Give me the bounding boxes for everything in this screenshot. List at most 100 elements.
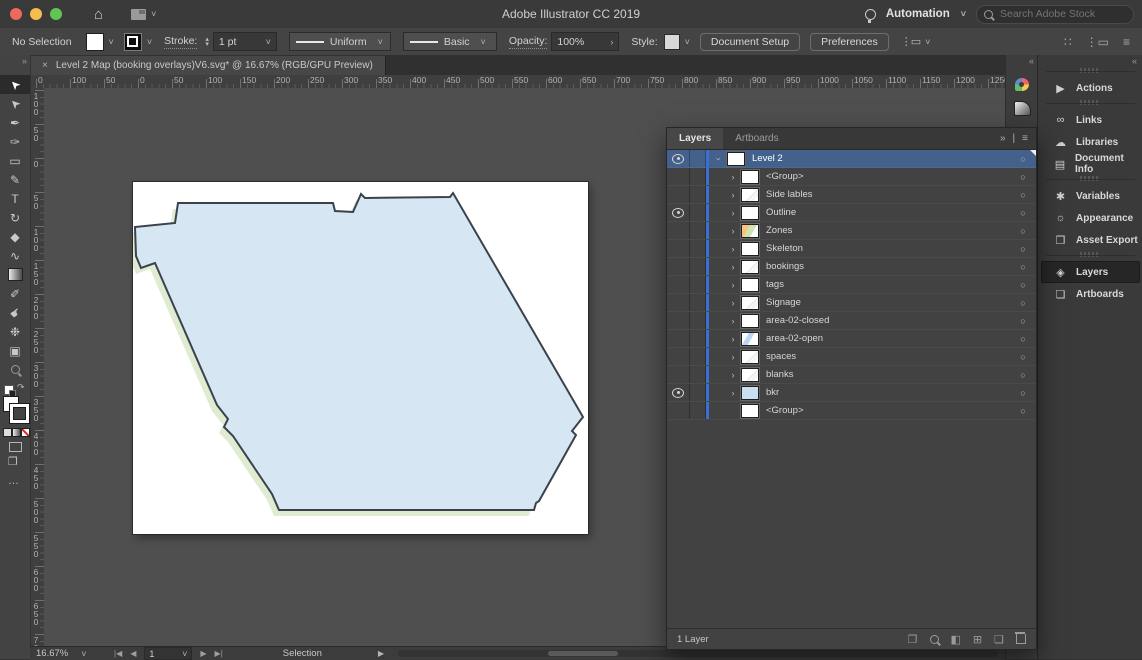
eraser-tool[interactable]: ◆ bbox=[0, 227, 30, 246]
visibility-toggle[interactable] bbox=[667, 294, 690, 311]
dock-divider[interactable] bbox=[1038, 99, 1142, 109]
graphic-style-swatch[interactable] bbox=[663, 33, 680, 50]
direct-selection-tool[interactable]: ➤ bbox=[0, 94, 30, 113]
layer-row[interactable]: › blanks ○ bbox=[667, 366, 1036, 384]
tab-layers[interactable]: Layers bbox=[667, 128, 724, 149]
expand-chevron-icon[interactable]: › bbox=[725, 226, 741, 236]
dock-divider[interactable] bbox=[1038, 251, 1142, 261]
expand-chevron-icon[interactable]: › bbox=[725, 208, 741, 218]
dock-item-document-info[interactable]: ▤ Document Info bbox=[1041, 153, 1140, 175]
expand-chevron-icon[interactable]: › bbox=[725, 172, 741, 182]
panel-menu-icon[interactable]: ≡ bbox=[1022, 133, 1028, 144]
visibility-toggle[interactable] bbox=[667, 168, 690, 185]
layer-name[interactable]: <Group> bbox=[766, 405, 804, 416]
visibility-toggle[interactable] bbox=[667, 312, 690, 329]
close-window-button[interactable] bbox=[10, 8, 22, 20]
draw-mode-icon[interactable] bbox=[9, 442, 22, 452]
artboard-number-dropdown[interactable]: 1 ˅ bbox=[144, 647, 193, 660]
target-circle-icon[interactable]: ○ bbox=[1010, 388, 1036, 398]
layer-name[interactable]: spaces bbox=[766, 351, 796, 362]
visibility-toggle[interactable] bbox=[667, 402, 690, 419]
layer-name[interactable]: Level 2 bbox=[752, 153, 783, 164]
brush-definition-dropdown[interactable]: Basic ˅ bbox=[402, 32, 497, 51]
chevron-down-icon[interactable]: ˅ bbox=[685, 37, 690, 47]
dock-item-links[interactable]: ∞ Links bbox=[1041, 109, 1140, 131]
target-circle-icon[interactable]: ○ bbox=[1010, 334, 1036, 344]
visibility-toggle[interactable] bbox=[667, 204, 690, 221]
dock-item-actions[interactable]: ▶ Actions bbox=[1041, 77, 1140, 99]
none-button[interactable] bbox=[21, 428, 30, 437]
visibility-toggle[interactable] bbox=[667, 240, 690, 257]
gradient-panel-button[interactable] bbox=[1010, 97, 1034, 119]
lock-toggle[interactable] bbox=[690, 204, 706, 221]
target-circle-icon[interactable]: ○ bbox=[1010, 316, 1036, 326]
artboard-tool[interactable]: ▣ bbox=[0, 341, 30, 360]
horizontal-scrollbar[interactable] bbox=[398, 650, 998, 657]
document-setup-button[interactable]: Document Setup bbox=[699, 32, 801, 51]
layer-name[interactable]: Skeleton bbox=[766, 243, 803, 254]
layer-row[interactable]: › Side lables ○ bbox=[667, 186, 1036, 204]
zoom-window-button[interactable] bbox=[50, 8, 62, 20]
chevron-down-icon[interactable]: ˅ bbox=[109, 37, 114, 47]
layer-row[interactable]: › bkr ○ bbox=[667, 384, 1036, 402]
visibility-toggle[interactable] bbox=[667, 222, 690, 239]
lock-toggle[interactable] bbox=[690, 384, 706, 401]
dock-item-libraries[interactable]: ☁ Libraries bbox=[1041, 131, 1140, 153]
status-menu-arrow-icon[interactable]: ▶ bbox=[378, 649, 384, 658]
first-artboard-button[interactable]: |◀ bbox=[114, 649, 122, 658]
lock-toggle[interactable] bbox=[690, 168, 706, 185]
expand-chevron-icon[interactable]: › bbox=[725, 280, 741, 290]
dock-item-variables[interactable]: ✱ Variables bbox=[1041, 185, 1140, 207]
layer-row[interactable]: › area-02-open ○ bbox=[667, 330, 1036, 348]
target-circle-icon[interactable]: ○ bbox=[1010, 406, 1036, 416]
layer-name[interactable]: area-02-closed bbox=[766, 315, 829, 326]
scrollbar-thumb[interactable] bbox=[548, 651, 618, 656]
dock-divider[interactable] bbox=[1038, 67, 1142, 77]
collapse-dock-icon[interactable]: « bbox=[1132, 56, 1137, 66]
layer-row[interactable]: › Skeleton ○ bbox=[667, 240, 1036, 258]
layer-row[interactable]: › Level 2 ○ bbox=[667, 150, 1036, 168]
layer-row[interactable]: › tags ○ bbox=[667, 276, 1036, 294]
lock-toggle[interactable] bbox=[690, 258, 706, 275]
panel-expand-icon[interactable]: » bbox=[1000, 133, 1006, 144]
target-circle-icon[interactable]: ○ bbox=[1010, 370, 1036, 380]
chevron-down-icon[interactable]: ˅ bbox=[925, 37, 930, 47]
layer-row[interactable]: › bookings ○ bbox=[667, 258, 1036, 276]
expand-chevron-icon[interactable]: › bbox=[725, 370, 741, 380]
new-sublayer-icon[interactable]: ⊞ bbox=[973, 633, 982, 646]
layer-name[interactable]: Outline bbox=[766, 207, 796, 218]
layer-name[interactable]: Side lables bbox=[766, 189, 812, 200]
preferences-button[interactable]: Preferences bbox=[810, 32, 889, 51]
symbol-sprayer-tool[interactable]: ❉ bbox=[0, 322, 30, 341]
layer-row[interactable]: › Outline ○ bbox=[667, 204, 1036, 222]
visibility-toggle[interactable] bbox=[667, 366, 690, 383]
dock-item-artboards[interactable]: ❏ Artboards bbox=[1041, 283, 1140, 305]
zoom-tool[interactable] bbox=[0, 360, 30, 379]
collect-for-export-icon[interactable]: ❐ bbox=[908, 633, 918, 646]
lock-toggle[interactable] bbox=[690, 294, 706, 311]
shaper-tool[interactable]: ∿ bbox=[0, 246, 30, 265]
zoom-level-dropdown[interactable]: 16.67% ˅ bbox=[36, 648, 96, 659]
layer-row[interactable]: › area-02-closed ○ bbox=[667, 312, 1036, 330]
layer-row[interactable]: › Zones ○ bbox=[667, 222, 1036, 240]
curvature-tool[interactable]: ✑ bbox=[0, 132, 30, 151]
color-button[interactable] bbox=[3, 428, 12, 437]
previous-artboard-button[interactable]: ◀ bbox=[130, 649, 136, 658]
lightbulb-icon[interactable] bbox=[864, 8, 876, 23]
selection-tool[interactable]: ➤ bbox=[0, 75, 30, 94]
lock-toggle[interactable] bbox=[690, 402, 706, 419]
gradient-button[interactable] bbox=[12, 428, 21, 437]
delete-selection-icon[interactable] bbox=[1015, 632, 1026, 644]
edit-toolbar-icon[interactable]: … bbox=[8, 475, 20, 487]
layer-name[interactable]: blanks bbox=[766, 369, 793, 380]
minimize-window-button[interactable] bbox=[30, 8, 42, 20]
locate-object-icon[interactable] bbox=[929, 634, 941, 646]
hand-tool[interactable]: ☛ bbox=[0, 303, 30, 322]
layer-row[interactable]: › spaces ○ bbox=[667, 348, 1036, 366]
paintbrush-tool[interactable]: ✎ bbox=[0, 170, 30, 189]
color-panel-button[interactable] bbox=[1010, 73, 1034, 95]
dock-item-layers[interactable]: ◈ Layers bbox=[1041, 261, 1140, 283]
stroke-weight-dropdown[interactable]: 1 pt ˅ bbox=[212, 32, 277, 51]
layer-row[interactable]: › <Group> ○ bbox=[667, 168, 1036, 186]
layer-name[interactable]: tags bbox=[766, 279, 784, 290]
